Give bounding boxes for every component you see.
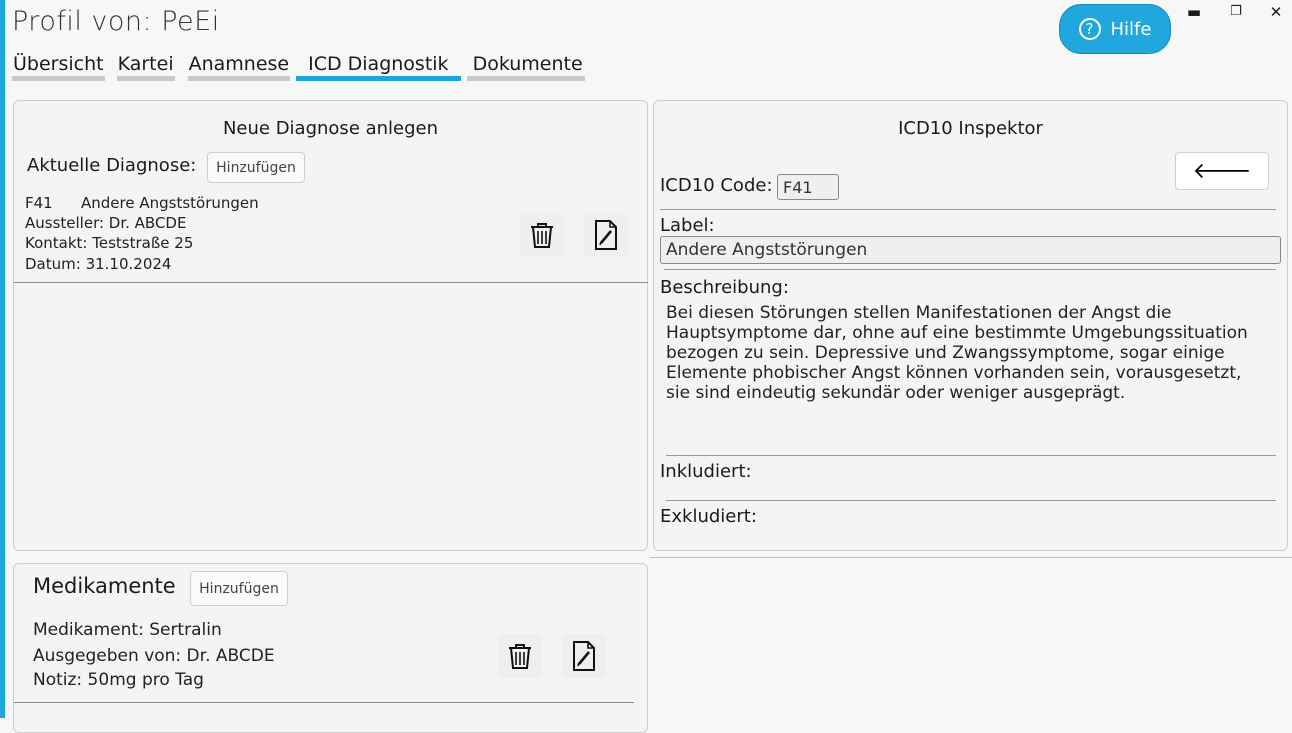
tab-icd-diagnostik[interactable]: ICD Diagnostik: [296, 52, 461, 81]
label-field[interactable]: Andere Angststörungen: [660, 236, 1281, 264]
edit-document-icon: [595, 220, 617, 250]
add-medication-button[interactable]: Hinzufügen: [190, 571, 288, 606]
maximize-button[interactable]: ❐: [1225, 2, 1247, 22]
icd10-code-label: ICD10 Code:: [660, 175, 773, 196]
edit-diagnosis-button[interactable]: [584, 213, 628, 257]
tab-overview[interactable]: Übersicht: [12, 52, 105, 81]
diagnosis-issuer: Aussteller: Dr. ABCDE: [25, 214, 187, 232]
description-label: Beschreibung:: [660, 277, 789, 298]
medication-panel: Medikamente Hinzufügen Medikament: Sertr…: [13, 563, 648, 733]
label-label: Label:: [660, 215, 715, 236]
description-divider: [666, 455, 1276, 456]
trash-icon: [531, 223, 553, 248]
help-label: Hilfe: [1110, 18, 1152, 40]
diagnose-panel: Neue Diagnose anlegen Aktuelle Diagnose:…: [13, 100, 648, 551]
included-label: Inkludiert:: [660, 461, 752, 482]
diagnosis-code: F41: [25, 194, 53, 212]
tab-anamnese[interactable]: Anamnese: [187, 52, 291, 81]
delete-diagnosis-button[interactable]: [520, 213, 564, 257]
window-title: Profil von: PeEi: [12, 6, 220, 37]
included-divider: [666, 500, 1276, 501]
label-divider: [664, 269, 1276, 270]
diagnose-panel-title: Neue Diagnose anlegen: [222, 118, 439, 139]
help-button[interactable]: ? Hilfe: [1059, 4, 1171, 54]
inspector-title: ICD10 Inspektor: [898, 118, 1043, 139]
medication-note: Notiz: 50mg pro Tag: [33, 670, 204, 690]
diagnosis-contact: Kontakt: Teststraße 25: [25, 234, 194, 252]
close-button[interactable]: ✕: [1265, 2, 1287, 22]
medication-title: Medikamente: [33, 574, 176, 598]
arrow-left-icon: 🡐: [1192, 159, 1252, 184]
icd10-inspector-panel: ICD10 Inspektor 🡐 ICD10 Code: F41 Label:…: [653, 100, 1288, 551]
diagnosis-date: Datum: 31.10.2024: [25, 255, 172, 273]
diagnosis-divider: [14, 282, 648, 283]
excluded-label: Exkludiert:: [660, 506, 757, 527]
medication-name: Medikament: Sertralin: [33, 620, 222, 640]
medication-divider: [14, 702, 634, 703]
icd10-code-field[interactable]: F41: [777, 174, 839, 200]
tab-bar: Übersicht Kartei Anamnese ICD Diagnostik…: [12, 52, 597, 81]
left-accent-bar: [0, 0, 5, 718]
add-diagnosis-button[interactable]: Hinzufügen: [207, 152, 305, 183]
edit-medication-button[interactable]: [562, 634, 606, 678]
minimize-button[interactable]: ▬: [1183, 2, 1205, 22]
tab-dokumente[interactable]: Dokumente: [466, 52, 585, 81]
back-button[interactable]: 🡐: [1175, 152, 1269, 190]
current-diagnosis-label: Aktuelle Diagnose:: [27, 155, 197, 176]
tab-kartei[interactable]: Kartei: [116, 52, 175, 81]
diagnosis-name: Andere Angststörungen: [81, 194, 259, 212]
description-text: Bei diesen Störungen stellen Manifestati…: [666, 303, 1248, 403]
delete-medication-button[interactable]: [498, 634, 542, 678]
edit-document-icon: [573, 641, 595, 671]
section-separator: [650, 557, 1292, 558]
trash-icon: [509, 644, 531, 669]
code-divider: [660, 209, 1276, 210]
question-icon: ?: [1078, 18, 1101, 40]
medication-issuer: Ausgegeben von: Dr. ABCDE: [33, 646, 275, 666]
